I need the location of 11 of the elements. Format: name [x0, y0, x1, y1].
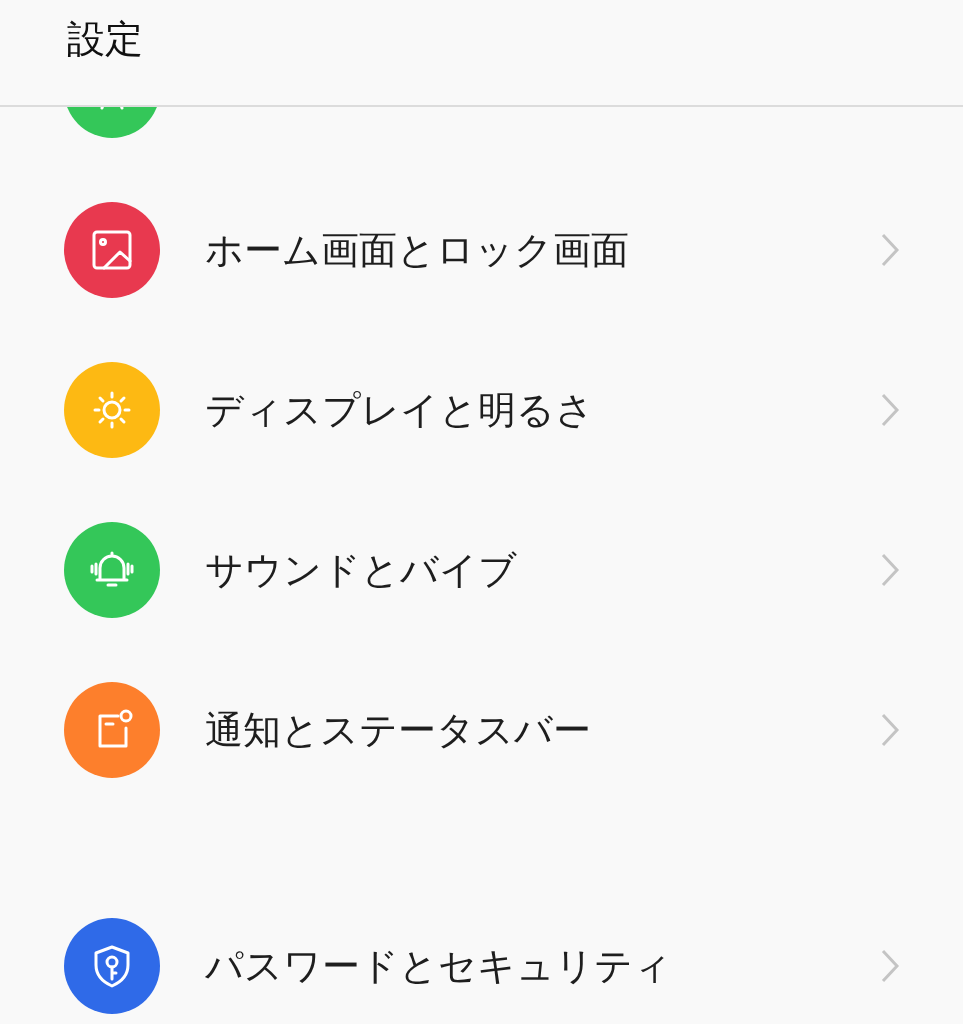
chevron-icon [879, 712, 901, 748]
settings-item[interactable]: ディスプレイと明るさ [0, 330, 963, 490]
settings-item[interactable]: サウンドとバイブ [0, 490, 963, 650]
chevron-icon [879, 232, 901, 268]
chevron-icon [879, 392, 901, 428]
settings-item[interactable]: ホーム画面とロック画面 [0, 170, 963, 330]
settings-item[interactable]: パスワードとセキュリティ [0, 886, 963, 1024]
page-title: 設定 [67, 16, 143, 63]
settings-item[interactable]: 通知とステータスバー [0, 650, 963, 810]
chevron-icon [879, 552, 901, 588]
chevron-icon [879, 948, 901, 984]
